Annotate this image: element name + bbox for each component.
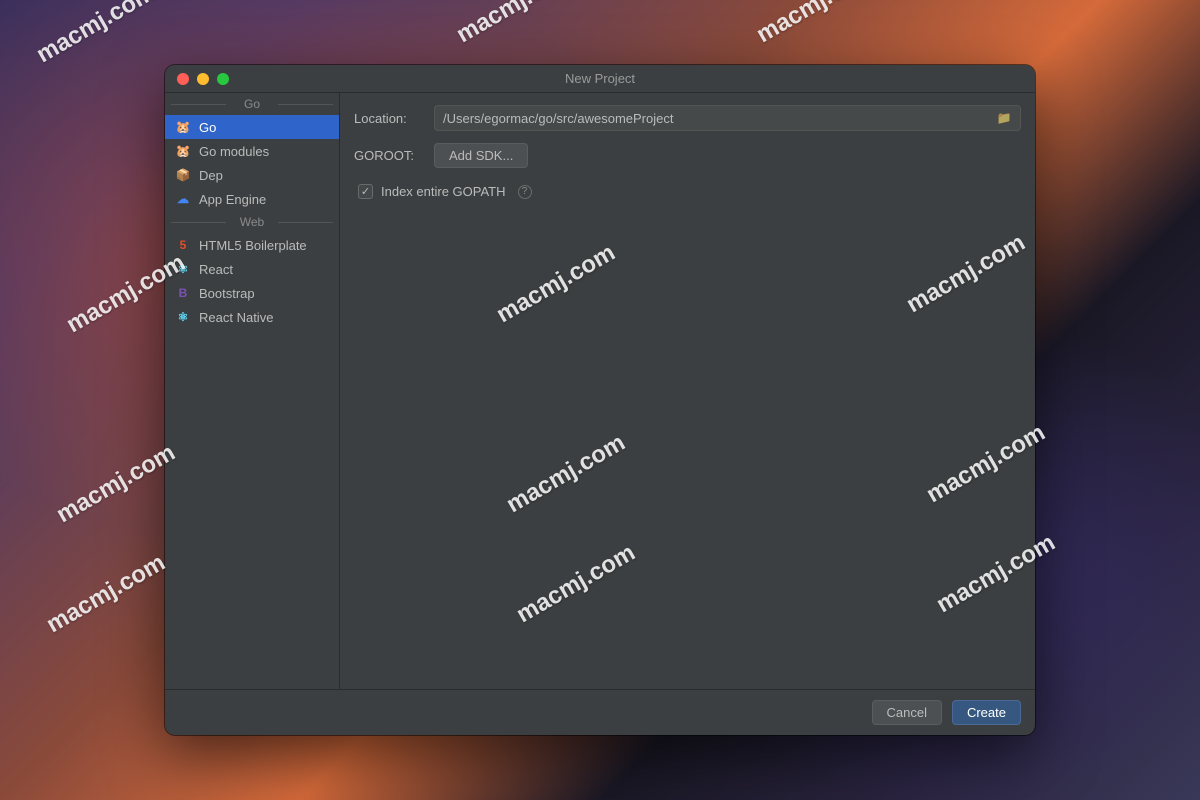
sidebar-item-react-native[interactable]: ⚛ React Native — [165, 305, 339, 329]
check-icon: ✓ — [361, 185, 370, 198]
sidebar-item-label: Bootstrap — [199, 286, 255, 301]
help-icon[interactable]: ? — [518, 185, 532, 199]
sidebar-item-bootstrap[interactable]: B Bootstrap — [165, 281, 339, 305]
goroot-row: GOROOT: Add SDK... — [354, 143, 1021, 168]
create-button[interactable]: Create — [952, 700, 1021, 725]
location-label: Location: — [354, 111, 424, 126]
sidebar-item-label: React Native — [199, 310, 273, 325]
sidebar-item-go[interactable]: 🐹 Go — [165, 115, 339, 139]
window-body: Go 🐹 Go 🐹 Go modules 📦 Dep ☁ App Engine Web 5 HTML5… — [165, 93, 1035, 689]
bootstrap-icon: B — [175, 285, 191, 301]
footer: Cancel Create — [165, 689, 1035, 735]
sidebar-section-header: Web — [165, 211, 339, 233]
sidebar-item-label: App Engine — [199, 192, 266, 207]
sidebar-item-label: Go modules — [199, 144, 269, 159]
minimize-button[interactable] — [197, 73, 209, 85]
index-gopath-label: Index entire GOPATH — [381, 184, 506, 199]
close-button[interactable] — [177, 73, 189, 85]
sidebar-section-header: Go — [165, 93, 339, 115]
sidebar-item-label: React — [199, 262, 233, 277]
go-icon: 🐹 — [175, 119, 191, 135]
titlebar: New Project — [165, 65, 1035, 93]
go-icon: 🐹 — [175, 143, 191, 159]
index-gopath-row: ✓ Index entire GOPATH ? — [358, 184, 1021, 199]
window-title: New Project — [165, 71, 1035, 86]
sidebar-item-label: Go — [199, 120, 216, 135]
maximize-button[interactable] — [217, 73, 229, 85]
goroot-label: GOROOT: — [354, 148, 424, 163]
sidebar-item-go-modules[interactable]: 🐹 Go modules — [165, 139, 339, 163]
location-field-wrapper: 📁 — [434, 105, 1021, 131]
location-input[interactable] — [443, 111, 996, 126]
sidebar-item-app-engine[interactable]: ☁ App Engine — [165, 187, 339, 211]
cancel-button[interactable]: Cancel — [872, 700, 942, 725]
sidebar-item-react[interactable]: ⚛ React — [165, 257, 339, 281]
appengine-icon: ☁ — [175, 191, 191, 207]
sidebar-item-dep[interactable]: 📦 Dep — [165, 163, 339, 187]
html5-icon: 5 — [175, 237, 191, 253]
folder-icon[interactable]: 📁 — [996, 110, 1012, 126]
sidebar-item-label: HTML5 Boilerplate — [199, 238, 307, 253]
index-gopath-checkbox[interactable]: ✓ — [358, 184, 373, 199]
dep-icon: 📦 — [175, 167, 191, 183]
sidebar-item-label: Dep — [199, 168, 223, 183]
sidebar: Go 🐹 Go 🐹 Go modules 📦 Dep ☁ App Engine Web 5 HTML5… — [165, 93, 340, 689]
main-panel: Location: 📁 GOROOT: Add SDK... ✓ Index e… — [340, 93, 1035, 689]
add-sdk-button[interactable]: Add SDK... — [434, 143, 528, 168]
location-row: Location: 📁 — [354, 105, 1021, 131]
react-icon: ⚛ — [175, 261, 191, 277]
traffic-lights — [165, 73, 229, 85]
new-project-window: New Project Go 🐹 Go 🐹 Go modules 📦 Dep ☁ App Eng… — [165, 65, 1035, 735]
react-icon: ⚛ — [175, 309, 191, 325]
sidebar-item-html5-boilerplate[interactable]: 5 HTML5 Boilerplate — [165, 233, 339, 257]
